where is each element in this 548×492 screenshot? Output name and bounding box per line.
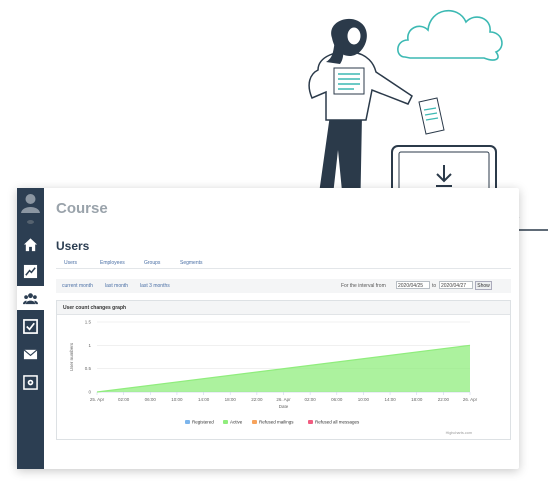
- sidebar-item-statistics[interactable]: [17, 259, 44, 283]
- tab-groups[interactable]: Groups: [144, 260, 160, 266]
- interval-label: For the interval from: [341, 283, 386, 289]
- period-last-month[interactable]: last month: [105, 283, 128, 289]
- x-tick-label: 25. Apr: [90, 397, 105, 402]
- chart-icon: [23, 264, 38, 278]
- x-tick-label: 10:00: [171, 397, 183, 402]
- home-icon: [23, 237, 38, 251]
- checkbox-icon: [23, 318, 38, 334]
- legend-label: Registered: [192, 420, 214, 425]
- sidebar-item-users[interactable]: [17, 286, 44, 310]
- x-tick-label: 26. Apr: [276, 397, 291, 402]
- sidebar-item-home[interactable]: [17, 232, 44, 256]
- sidebar-item-settings[interactable]: [17, 370, 44, 394]
- users-icon: [23, 292, 38, 304]
- period-current-month[interactable]: current month: [62, 283, 93, 289]
- x-tick-label: 06:00: [331, 397, 343, 402]
- section-title: Course: [56, 200, 108, 217]
- falling-document: [418, 97, 445, 135]
- sidebar: [17, 188, 44, 469]
- period-last-3-months[interactable]: last 3 months: [140, 283, 170, 289]
- show-button[interactable]: Show: [475, 281, 492, 290]
- legend-label: Active: [230, 420, 243, 425]
- x-tick-label: 14:00: [384, 397, 396, 402]
- legend-label: Refused mailings: [259, 420, 294, 425]
- legend-swatch: [223, 420, 228, 424]
- y-axis-label: User numbers: [69, 342, 74, 371]
- x-tick-label: 26. Apr: [463, 397, 478, 402]
- x-tick-label: 02:00: [118, 397, 130, 402]
- held-document: [333, 67, 365, 95]
- sidebar-item-tasks[interactable]: [17, 314, 44, 338]
- sidebar-item-messages[interactable]: [17, 342, 44, 366]
- x-tick-label: 10:00: [358, 397, 370, 402]
- envelope-icon: [23, 348, 38, 359]
- from-date-input[interactable]: 2020/04/25: [396, 281, 430, 289]
- to-label: to: [432, 283, 437, 289]
- tab-segments[interactable]: Segments: [180, 260, 203, 266]
- graph-panel: User count changes graph 0 0.5 1 1.5 User nu…: [56, 300, 511, 440]
- eye-icon[interactable]: [27, 220, 34, 224]
- download-icon: [436, 165, 452, 187]
- x-tick-label: 14:00: [198, 397, 210, 402]
- main-content: Course Users Users Employees Groups Segm…: [44, 188, 519, 469]
- legend-label: Refused all messages: [315, 420, 360, 425]
- tab-employees[interactable]: Employees: [100, 260, 125, 266]
- x-tick-label: 22:00: [438, 397, 450, 402]
- y-tick-label: 0.5: [85, 366, 92, 371]
- x-axis-label: Date: [279, 404, 289, 409]
- to-date-input[interactable]: 2020/04/27: [439, 281, 473, 289]
- user-count-chart: 0 0.5 1 1.5 User numbers 25. Apr 02:00 06:00 10:…: [69, 320, 478, 436]
- period-filter-bar: current month last month last 3 months F…: [56, 279, 511, 293]
- x-tick-label: 02:00: [305, 397, 317, 402]
- legend-swatch: [308, 420, 313, 424]
- cloud-icon: [397, 9, 503, 61]
- y-tick-label: 1: [88, 343, 91, 348]
- x-tick-label: 22:00: [251, 397, 263, 402]
- gear-icon: [23, 374, 38, 390]
- app-window: Course Users Users Employees Groups Segm…: [17, 188, 519, 469]
- y-tick-label: 0: [88, 390, 91, 395]
- page-title: Users: [56, 239, 90, 253]
- y-tick-label: 1.5: [85, 320, 92, 325]
- x-tick-label: 18:00: [411, 397, 423, 402]
- tab-divider: [56, 268, 511, 269]
- x-tick-label: 18:00: [225, 397, 237, 402]
- chart-credits: Highcharts.com: [446, 431, 472, 435]
- avatar-icon[interactable]: [20, 192, 41, 213]
- x-tick-label: 06:00: [145, 397, 157, 402]
- graph-title: User count changes graph: [57, 301, 510, 315]
- legend-swatch: [252, 420, 257, 424]
- tab-users[interactable]: Users: [64, 260, 77, 266]
- legend-swatch: [185, 420, 190, 424]
